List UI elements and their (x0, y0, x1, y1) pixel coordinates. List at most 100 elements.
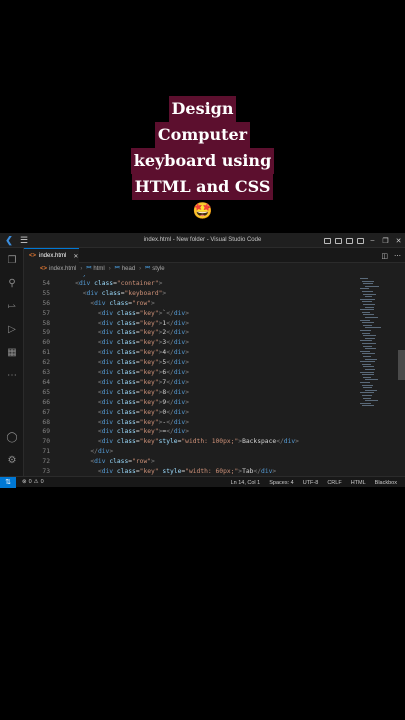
minimap-line (360, 298, 375, 300)
problems-indicator[interactable]: ⊗ 0 ⚠ 0 (22, 479, 44, 485)
line-number: 65 (42, 388, 50, 396)
search-icon[interactable]: ⚲ (4, 275, 20, 291)
code-line[interactable]: <div class="key">1</div> (60, 320, 189, 327)
minimap-line (361, 374, 374, 376)
more-actions-icon[interactable]: ⋯ (394, 252, 401, 260)
line-number: 66 (42, 398, 50, 406)
language-mode[interactable]: HTML (351, 480, 366, 486)
code-line[interactable]: <div class="key">7</div> (60, 379, 189, 386)
toggle-sidebar-icon[interactable] (324, 237, 331, 244)
warning-count: 0 (40, 479, 44, 485)
minimap[interactable] (360, 278, 381, 408)
line-number: 69 (42, 428, 50, 436)
code-line[interactable]: <div class="key"style="width: 100px;">Ba… (60, 438, 299, 445)
code-line[interactable]: <div class="key">0</div> (60, 409, 189, 416)
code-line[interactable]: <div class="keyboard"> (60, 290, 166, 297)
minimap-line (360, 309, 374, 311)
line-number: 56 (42, 299, 50, 307)
minimap-line (364, 306, 374, 308)
minimap-line (363, 293, 376, 295)
breadcrumb-style[interactable]: style (152, 266, 164, 272)
minimap-line (363, 345, 372, 347)
breadcrumb-head[interactable]: head (122, 266, 135, 272)
minimap-line (363, 324, 372, 326)
explorer-icon[interactable]: ❐ (4, 252, 20, 268)
minimap-line (361, 395, 372, 396)
code-line[interactable]: <div class="key">4</div> (60, 349, 189, 356)
code-line[interactable]: </div> (60, 448, 113, 455)
minimize-icon[interactable]: – (368, 237, 377, 244)
minimap-line (361, 311, 370, 313)
vscode-window: ❮ ☰ index.html - New folder - Visual Stu… (0, 233, 405, 488)
minimap-line (360, 371, 374, 373)
toggle-panel-icon[interactable] (335, 237, 342, 244)
code-line[interactable]: <div class="key">2</div> (60, 329, 189, 336)
code-editor[interactable]: 53 <body> 54 <div class="container"> 55 <d… (24, 275, 405, 476)
minimap-line (361, 301, 372, 303)
code-line[interactable]: <div class="key">5</div> (60, 359, 189, 366)
line-ending[interactable]: CRLF (327, 480, 341, 486)
line-number: 73 (42, 468, 50, 475)
minimap-line (364, 400, 378, 402)
customize-layout-icon[interactable] (357, 237, 364, 244)
code-line[interactable]: <div class="row"> (60, 458, 155, 465)
minimap-line (361, 291, 373, 292)
line-number: 57 (42, 309, 50, 317)
code-line[interactable]: <body> (60, 275, 91, 277)
code-line[interactable]: <div class="key">9</div> (60, 399, 189, 406)
indentation[interactable]: Spaces: 4 (269, 480, 293, 486)
title-bar: ❮ ☰ index.html - New folder - Visual Stu… (0, 233, 405, 248)
breadcrumb-file[interactable]: index.html (49, 266, 76, 272)
code-line[interactable]: <div class="key">=</div> (60, 428, 189, 435)
minimap-line (360, 340, 372, 342)
line-number: 53 (24, 275, 50, 277)
minimap-line (361, 332, 370, 334)
code-line[interactable]: <div class="key">3</div> (60, 339, 189, 346)
minimap-line (364, 337, 375, 339)
minimap-line (360, 350, 370, 352)
scrollbar-thumb[interactable] (398, 350, 405, 380)
minimap-line (360, 392, 374, 394)
settings-gear-icon[interactable]: ⚙ (4, 452, 20, 468)
cursor-position[interactable]: Ln 14, Col 1 (231, 480, 261, 486)
run-debug-icon[interactable]: ▷ (4, 321, 20, 337)
line-number: 68 (42, 418, 50, 426)
blackbox-extension[interactable]: Blackbox (375, 480, 397, 486)
minimap-line (360, 361, 375, 363)
chevron-right-icon: › (108, 266, 111, 272)
account-icon[interactable]: ◯ (4, 429, 20, 445)
line-number: 63 (42, 369, 50, 376)
tab-close-icon[interactable]: ✕ (73, 253, 78, 260)
caption-line: Computer (154, 122, 251, 148)
line-number: 58 (42, 319, 50, 327)
code-line[interactable]: <div class="key">8</div> (60, 389, 189, 396)
minimap-line (363, 376, 371, 378)
source-control-icon[interactable]: ⥛ (4, 298, 20, 314)
star-struck-emoji: 🤩 (192, 203, 213, 220)
split-editor-icon[interactable]: ◫ (381, 252, 388, 260)
encoding[interactable]: UTF-8 (303, 480, 319, 486)
error-count: 0 (28, 479, 32, 485)
close-icon[interactable]: ✕ (394, 237, 403, 245)
warning-icon: ⚠ (33, 479, 39, 485)
toggle-secondary-sidebar-icon[interactable] (346, 237, 353, 244)
minimap-line (360, 319, 370, 321)
tag-icon: ⎃ (86, 265, 92, 272)
code-line[interactable]: <div class="key" style="width: 60px;">Ta… (60, 468, 276, 475)
breadcrumb: <> index.html › ⎃ html › ⎃ head › ⎃ styl… (24, 263, 405, 275)
extensions-icon[interactable]: ▦ (4, 344, 20, 360)
code-line[interactable]: <div class="row"> (60, 300, 155, 307)
chevron-right-icon: › (139, 266, 142, 272)
line-number: 55 (42, 289, 50, 297)
breadcrumb-html[interactable]: html (93, 266, 104, 272)
restore-icon[interactable]: ❐ (381, 237, 390, 245)
tab-index-html[interactable]: <> index.html ✕ (24, 248, 79, 263)
more-icon[interactable]: ⋯ (4, 367, 20, 383)
remote-icon[interactable]: ⇅ (0, 476, 16, 488)
code-line[interactable]: <div class="key">`</div> (60, 310, 189, 317)
code-line[interactable]: <div class="key">6</div> (60, 369, 189, 376)
line-number: 72 (42, 458, 50, 466)
code-line[interactable]: <div class="key">-</div> (60, 419, 189, 426)
hamburger-menu-icon[interactable]: ☰ (18, 233, 30, 248)
code-line[interactable]: <div class="container"> (60, 280, 162, 287)
